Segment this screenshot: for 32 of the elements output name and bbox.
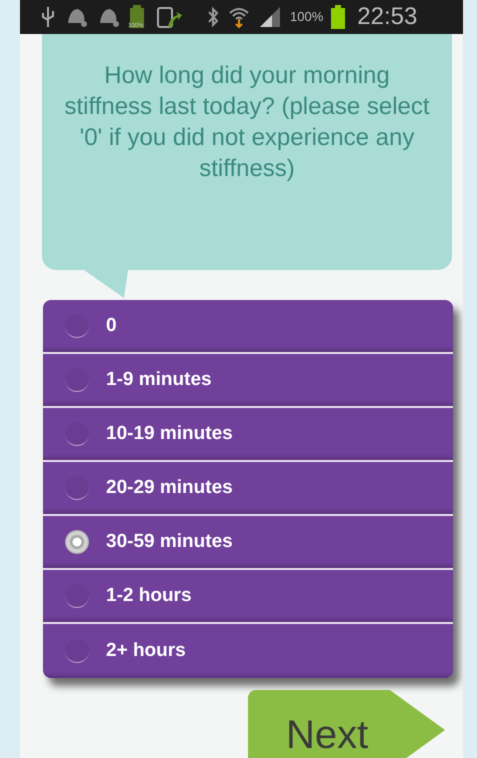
signal-icon	[258, 5, 282, 29]
option-row[interactable]: 0	[43, 300, 453, 354]
radio-button[interactable]	[65, 639, 89, 663]
radio-button[interactable]	[65, 314, 89, 338]
radio-button[interactable]	[65, 368, 89, 392]
option-row[interactable]: 20-29 minutes	[43, 462, 453, 516]
option-label: 20-29 minutes	[106, 476, 233, 500]
option-label: 2+ hours	[106, 638, 186, 663]
bluetooth-icon	[206, 5, 220, 29]
option-label: 0	[106, 314, 117, 338]
usb-icon	[40, 5, 56, 29]
speech-bubble-tail	[84, 270, 128, 298]
option-label: 10-19 minutes	[106, 422, 233, 446]
battery-icon	[331, 5, 346, 29]
phone-arrow-icon	[156, 5, 182, 29]
clock-time: 22:53	[357, 2, 418, 32]
radio-button[interactable]	[65, 584, 89, 608]
radio-button[interactable]	[65, 422, 89, 446]
radio-button[interactable]	[65, 530, 89, 554]
option-row[interactable]: 10-19 minutes	[43, 408, 453, 462]
option-label: 1-9 minutes	[106, 368, 212, 392]
option-row[interactable]: 30-59 minutes	[43, 516, 453, 570]
option-label: 1-2 hours	[106, 584, 192, 608]
radio-button[interactable]	[65, 476, 89, 500]
option-label: 30-59 minutes	[106, 530, 233, 554]
question-text: How long did your morning stiffness last today? (please select '0' if you did not experience any stiffness)	[42, 34, 452, 270]
option-row[interactable]: 1-9 minutes	[43, 354, 453, 408]
wifi-icon	[228, 5, 250, 29]
option-row[interactable]: 2+ hours	[43, 624, 453, 678]
battery-percent: 100%	[290, 8, 324, 26]
next-button[interactable]: Next	[248, 690, 445, 758]
option-row[interactable]: 1-2 hours	[43, 570, 453, 624]
